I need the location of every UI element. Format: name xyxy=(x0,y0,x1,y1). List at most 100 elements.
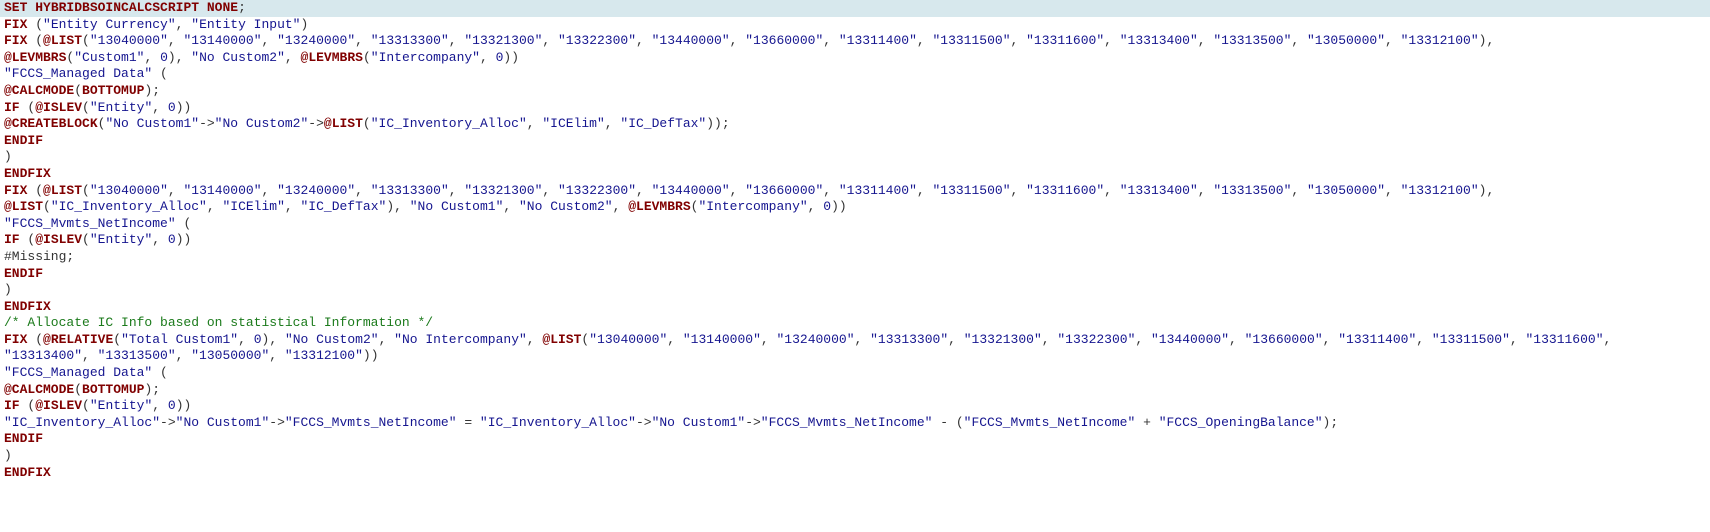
str: "13240000" xyxy=(277,183,355,198)
kw-endif: ENDIF xyxy=(4,266,43,281)
num: 0 xyxy=(160,50,168,65)
paren: ( xyxy=(74,382,82,397)
str: "FCCS_Mvmts_NetIncome" xyxy=(761,415,933,430)
minus: - xyxy=(932,415,955,430)
str: "13050000" xyxy=(1307,183,1385,198)
kw-endif: ENDIF xyxy=(4,431,43,446)
str: "13311500" xyxy=(932,33,1010,48)
str: "FCCS_Mvmts_NetIncome" xyxy=(4,216,176,231)
paren: ( xyxy=(35,33,43,48)
paren: ( xyxy=(74,83,82,98)
code-line: ENDIF xyxy=(0,266,1710,283)
str: "FCCS_OpeningBalance" xyxy=(1159,415,1323,430)
code-line: #Missing; xyxy=(0,249,1710,266)
str: "13140000" xyxy=(183,33,261,48)
paren: ( xyxy=(82,33,90,48)
fn-levmbrs: @LEVMBRS xyxy=(628,199,690,214)
str: "ICElim" xyxy=(542,116,604,131)
code-line: "13313400", "13313500", "13050000", "133… xyxy=(0,348,1710,365)
semicolon: ; xyxy=(238,0,246,15)
fn-islev: @ISLEV xyxy=(35,100,82,115)
code-line: @LEVMBRS("Custom1", 0), "No Custom2", @L… xyxy=(0,50,1710,67)
kw-if: IF xyxy=(4,398,20,413)
str: "13322300" xyxy=(558,33,636,48)
str: "13311400" xyxy=(839,33,917,48)
str: "13313500" xyxy=(1213,183,1291,198)
code-line: IF (@ISLEV("Entity", 0)) xyxy=(0,232,1710,249)
str: "FCCS_Mvmts_NetIncome" xyxy=(285,415,457,430)
arrow: -> xyxy=(308,116,324,131)
comma: , xyxy=(176,17,192,32)
str: "13313300" xyxy=(371,33,449,48)
str: "13312100" xyxy=(1401,183,1479,198)
str: "No Custom2" xyxy=(215,116,309,131)
str: "13050000" xyxy=(191,348,269,363)
fn-list: @LIST xyxy=(43,33,82,48)
code-line: ENDFIX xyxy=(0,465,1710,482)
code-line: ) xyxy=(0,282,1710,299)
str: "No Custom1" xyxy=(176,415,270,430)
kw-fix: FIX xyxy=(4,183,27,198)
kw-endif: ENDIF xyxy=(4,133,43,148)
eq: = xyxy=(457,415,480,430)
kw-if: IF xyxy=(4,100,20,115)
fn-list: @LIST xyxy=(542,332,581,347)
str: "No Custom2" xyxy=(519,199,613,214)
str: "13050000" xyxy=(1307,33,1385,48)
paren: ( xyxy=(82,232,90,247)
kw-bottomup: BOTTOMUP xyxy=(82,382,144,397)
code-line: @CALCMODE(BOTTOMUP); xyxy=(0,83,1710,100)
str: "13312100" xyxy=(1401,33,1479,48)
paren: ( xyxy=(363,116,371,131)
code-line: "IC_Inventory_Alloc"->"No Custom1"->"FCC… xyxy=(0,415,1710,432)
str: "IC_DefTax" xyxy=(301,199,387,214)
str: "13311500" xyxy=(932,183,1010,198)
str: "13313400" xyxy=(4,348,82,363)
str: "13140000" xyxy=(183,183,261,198)
str: "13321300" xyxy=(464,183,542,198)
kw-endfix: ENDFIX xyxy=(4,166,51,181)
code-line: ENDFIX xyxy=(0,299,1710,316)
str: "ICElim" xyxy=(222,199,284,214)
paren: ); xyxy=(144,83,160,98)
paren: )) xyxy=(503,50,519,65)
code-line: ) xyxy=(0,149,1710,166)
arrow: -> xyxy=(199,116,215,131)
fn-calcmode: @CALCMODE xyxy=(4,382,74,397)
str: "13240000" xyxy=(776,332,854,347)
arrow: -> xyxy=(636,415,652,430)
str: "No Intercompany" xyxy=(394,332,527,347)
str: "13313300" xyxy=(371,183,449,198)
str: "IC_Inventory_Alloc" xyxy=(4,415,160,430)
paren: ) xyxy=(300,17,308,32)
str: "FCCS_Managed Data" xyxy=(4,66,152,81)
paren: ( xyxy=(35,17,43,32)
str: "Intercompany" xyxy=(371,50,480,65)
fn-createblock: @CREATEBLOCK xyxy=(4,116,98,131)
num: 0 xyxy=(254,332,262,347)
code-line: "FCCS_Managed Data" ( xyxy=(0,66,1710,83)
str: "IC_Inventory_Alloc" xyxy=(51,199,207,214)
str: "No Custom2" xyxy=(191,50,285,65)
arrow: -> xyxy=(745,415,761,430)
paren: ( xyxy=(160,365,168,380)
paren: )) xyxy=(363,348,379,363)
fn-islev: @ISLEV xyxy=(35,232,82,247)
str: "13311600" xyxy=(1026,183,1104,198)
str: "13040000" xyxy=(589,332,667,347)
str: "13660000" xyxy=(1245,332,1323,347)
code-line: @CREATEBLOCK("No Custom1"->"No Custom2"-… xyxy=(0,116,1710,133)
kw-bottomup: BOTTOMUP xyxy=(82,83,144,98)
str: "13313500" xyxy=(98,348,176,363)
paren: ); xyxy=(1323,415,1339,430)
paren: ( xyxy=(183,216,191,231)
plus: + xyxy=(1135,415,1158,430)
code-line: ENDFIX xyxy=(0,166,1710,183)
str: "No Custom1" xyxy=(105,116,199,131)
code-line: ENDIF xyxy=(0,431,1710,448)
paren: ) xyxy=(4,149,12,164)
str: "13240000" xyxy=(277,33,355,48)
num: 0 xyxy=(168,100,176,115)
str: "No Custom1" xyxy=(652,415,746,430)
paren: ( xyxy=(160,66,168,81)
